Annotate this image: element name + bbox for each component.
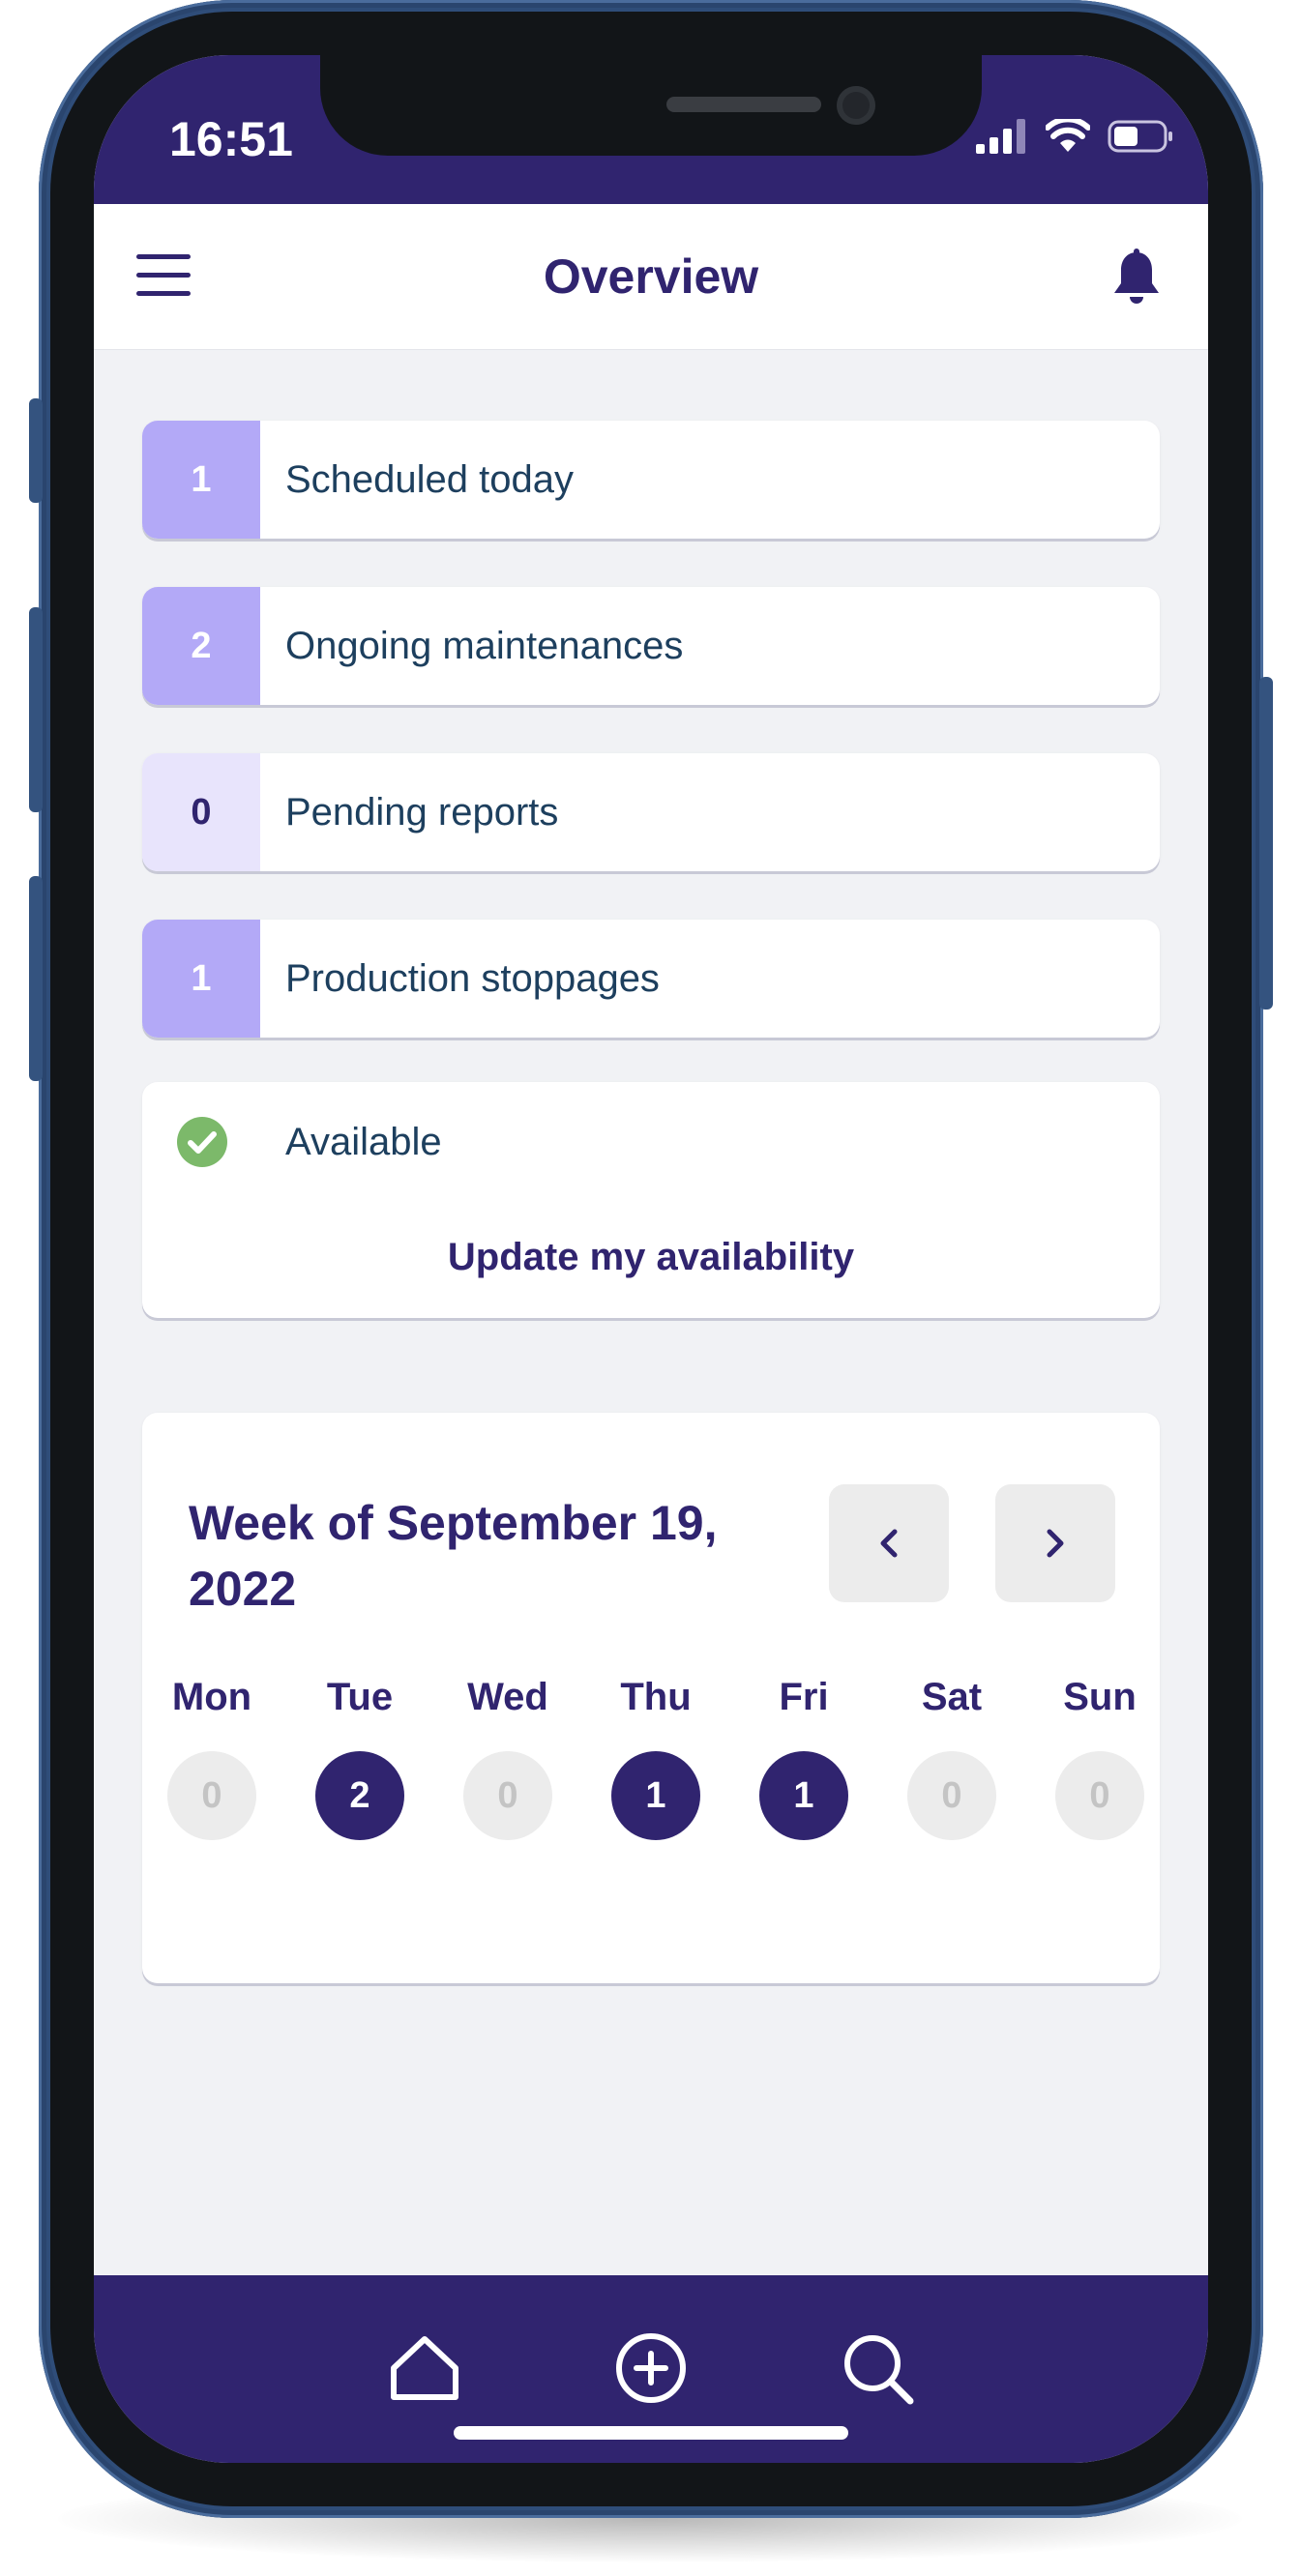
speaker-grille	[666, 97, 821, 112]
day-wed: Wed 0	[440, 1672, 576, 1840]
day-count[interactable]: 1	[611, 1751, 700, 1840]
home-indicator	[454, 2426, 848, 2440]
stat-label: Scheduled today	[285, 458, 575, 501]
bell-icon[interactable]	[1109, 249, 1164, 308]
status-time: 16:51	[169, 112, 293, 166]
day-tue: Tue 2	[292, 1672, 428, 1840]
stat-card-production-stoppages[interactable]: 1 Production stoppages	[142, 920, 1160, 1038]
day-name: Thu	[620, 1676, 692, 1718]
availability-card: Available Update my availability	[142, 1082, 1160, 1318]
chevron-right-icon	[1047, 1529, 1064, 1558]
update-availability-button[interactable]: Update my availability	[142, 1225, 1160, 1289]
stat-card-scheduled-today[interactable]: 1 Scheduled today	[142, 421, 1160, 539]
day-name: Tue	[326, 1676, 394, 1718]
wifi-icon	[1046, 119, 1090, 152]
day-name: Mon	[171, 1676, 252, 1718]
day-count[interactable]: 0	[167, 1751, 256, 1840]
home-icon[interactable]	[386, 2329, 463, 2407]
stat-label: Ongoing maintenances	[285, 625, 684, 667]
day-count[interactable]: 1	[759, 1751, 848, 1840]
power-button	[1259, 677, 1273, 1010]
count-badge: 1	[142, 421, 260, 539]
count-badge: 2	[142, 587, 260, 705]
search-icon[interactable]	[839, 2329, 916, 2407]
count-badge: 0	[142, 753, 260, 871]
front-camera	[837, 86, 875, 125]
day-count[interactable]: 0	[907, 1751, 996, 1840]
day-count[interactable]: 2	[315, 1751, 404, 1840]
silent-switch	[29, 398, 43, 503]
chevron-left-icon	[880, 1529, 898, 1558]
next-week-button[interactable]	[995, 1484, 1115, 1602]
day-count[interactable]: 0	[1055, 1751, 1144, 1840]
day-sat: Sat 0	[884, 1672, 1019, 1840]
stat-card-pending-reports[interactable]: 0 Pending reports	[142, 753, 1160, 871]
day-mon: Mon 0	[144, 1672, 280, 1840]
day-name: Sun	[1063, 1676, 1137, 1718]
day-name: Sat	[921, 1676, 983, 1718]
previous-week-button[interactable]	[829, 1484, 949, 1602]
signal-icon	[976, 119, 1025, 154]
day-thu: Thu 1	[588, 1672, 724, 1840]
day-fri: Fri 1	[736, 1672, 872, 1840]
day-name: Wed	[467, 1676, 548, 1718]
hamburger-menu-icon[interactable]	[136, 254, 191, 297]
volume-down-button	[29, 876, 43, 1081]
add-circle-icon[interactable]	[612, 2329, 690, 2407]
count-badge: 1	[142, 920, 260, 1038]
day-sun: Sun 0	[1032, 1672, 1167, 1840]
app-header: Overview	[94, 204, 1208, 349]
battery-icon	[1108, 120, 1172, 153]
day-name: Fri	[779, 1676, 829, 1718]
week-calendar-card: Week of September 19, 2022 Mon 0 Tue 2 W…	[142, 1413, 1160, 1983]
page-title: Overview	[543, 249, 759, 304]
screen: 16:51 Overview 1 Scheduled today 2 Ongoi…	[94, 55, 1208, 2463]
status-icons	[976, 119, 1175, 154]
check-circle-icon	[177, 1117, 227, 1167]
availability-status: Available	[285, 1121, 442, 1163]
device-notch	[320, 55, 982, 156]
week-title: Week of September 19, 2022	[189, 1496, 718, 1616]
day-count[interactable]: 0	[463, 1751, 552, 1840]
volume-up-button	[29, 607, 43, 812]
stat-card-ongoing-maintenances[interactable]: 2 Ongoing maintenances	[142, 587, 1160, 705]
stat-label: Production stoppages	[285, 957, 660, 1000]
stat-label: Pending reports	[285, 791, 559, 834]
